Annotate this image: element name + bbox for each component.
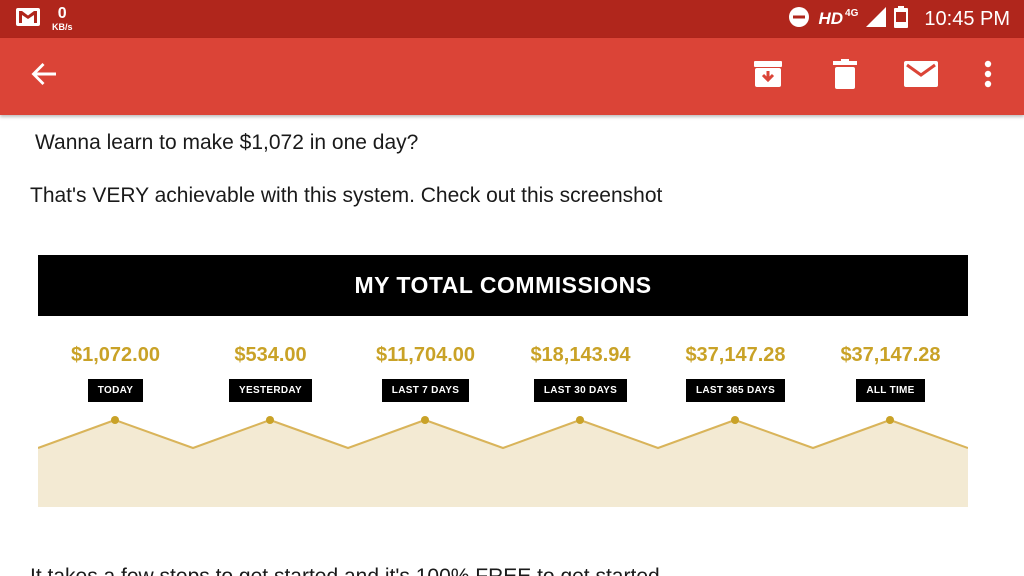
app-bar bbox=[0, 38, 1024, 115]
stat-yesterday: $534.00 YESTERDAY bbox=[193, 344, 348, 402]
stat-label: LAST 7 DAYS bbox=[381, 379, 470, 402]
commissions-image: MY TOTAL COMMISSIONS $1,072.00 TODAY $53… bbox=[38, 255, 968, 507]
more-vert-icon bbox=[984, 60, 992, 93]
status-bar: 0 KB/s HD 4G 10:45 PM bbox=[0, 0, 1024, 38]
more-options-button[interactable] bbox=[964, 52, 1012, 100]
stat-label: YESTERDAY bbox=[229, 379, 312, 402]
wave-point bbox=[111, 416, 119, 424]
do-not-disturb-icon bbox=[788, 6, 810, 33]
email-line-3: It takes a few steps to get started and … bbox=[30, 565, 660, 576]
stat-label: TODAY bbox=[87, 379, 144, 402]
wave-point bbox=[886, 416, 894, 424]
stat-last-365-days: $37,147.28 LAST 365 DAYS bbox=[658, 344, 813, 402]
stat-today: $1,072.00 TODAY bbox=[38, 344, 193, 402]
stat-label: LAST 365 DAYS bbox=[685, 379, 786, 402]
wave-point bbox=[576, 416, 584, 424]
wave-point bbox=[731, 416, 739, 424]
mark-unread-icon bbox=[904, 60, 938, 92]
archive-icon bbox=[753, 60, 783, 93]
signal-icon bbox=[866, 6, 887, 32]
email-line-2: That's VERY achievable with this system.… bbox=[30, 184, 663, 207]
stat-amount: $37,147.28 bbox=[840, 344, 941, 366]
stat-amount: $11,704.00 bbox=[376, 344, 475, 366]
network-label: 4G bbox=[845, 7, 859, 19]
delete-button[interactable] bbox=[821, 52, 869, 100]
email-line-1: Wanna learn to make $1,072 in one day? bbox=[35, 131, 419, 154]
stat-amount: $534.00 bbox=[234, 344, 307, 366]
back-button[interactable] bbox=[20, 52, 68, 100]
stat-amount: $1,072.00 bbox=[71, 344, 160, 366]
wave-point bbox=[421, 416, 429, 424]
gmail-icon bbox=[16, 7, 40, 31]
net-speed-unit: KB/s bbox=[52, 22, 73, 32]
hd-label: HD bbox=[818, 9, 844, 28]
archive-button[interactable] bbox=[744, 52, 792, 100]
stat-all-time: $37,147.28 ALL TIME bbox=[813, 344, 968, 402]
commissions-title: MY TOTAL COMMISSIONS bbox=[38, 255, 968, 316]
battery-icon bbox=[894, 5, 909, 33]
stat-amount: $18,143.94 bbox=[530, 344, 631, 366]
net-speed-indicator: 0 KB/s bbox=[52, 6, 73, 32]
wave-fill bbox=[38, 420, 968, 507]
mark-unread-button[interactable] bbox=[897, 52, 945, 100]
delete-icon bbox=[833, 58, 857, 94]
stat-last-7-days: $11,704.00 LAST 7 DAYS bbox=[348, 344, 503, 402]
stat-label: ALL TIME bbox=[856, 379, 925, 402]
stat-amount: $37,147.28 bbox=[685, 344, 786, 366]
back-arrow-icon bbox=[30, 60, 58, 93]
email-body[interactable]: Wanna learn to make $1,072 in one day? T… bbox=[0, 115, 1024, 576]
net-speed-value: 0 bbox=[57, 5, 67, 22]
commissions-wave bbox=[38, 416, 968, 507]
stat-last-30-days: $18,143.94 LAST 30 DAYS bbox=[503, 344, 658, 402]
clock: 10:45 PM bbox=[924, 7, 1010, 30]
wave-point bbox=[266, 416, 274, 424]
stat-label: LAST 30 DAYS bbox=[533, 379, 628, 402]
